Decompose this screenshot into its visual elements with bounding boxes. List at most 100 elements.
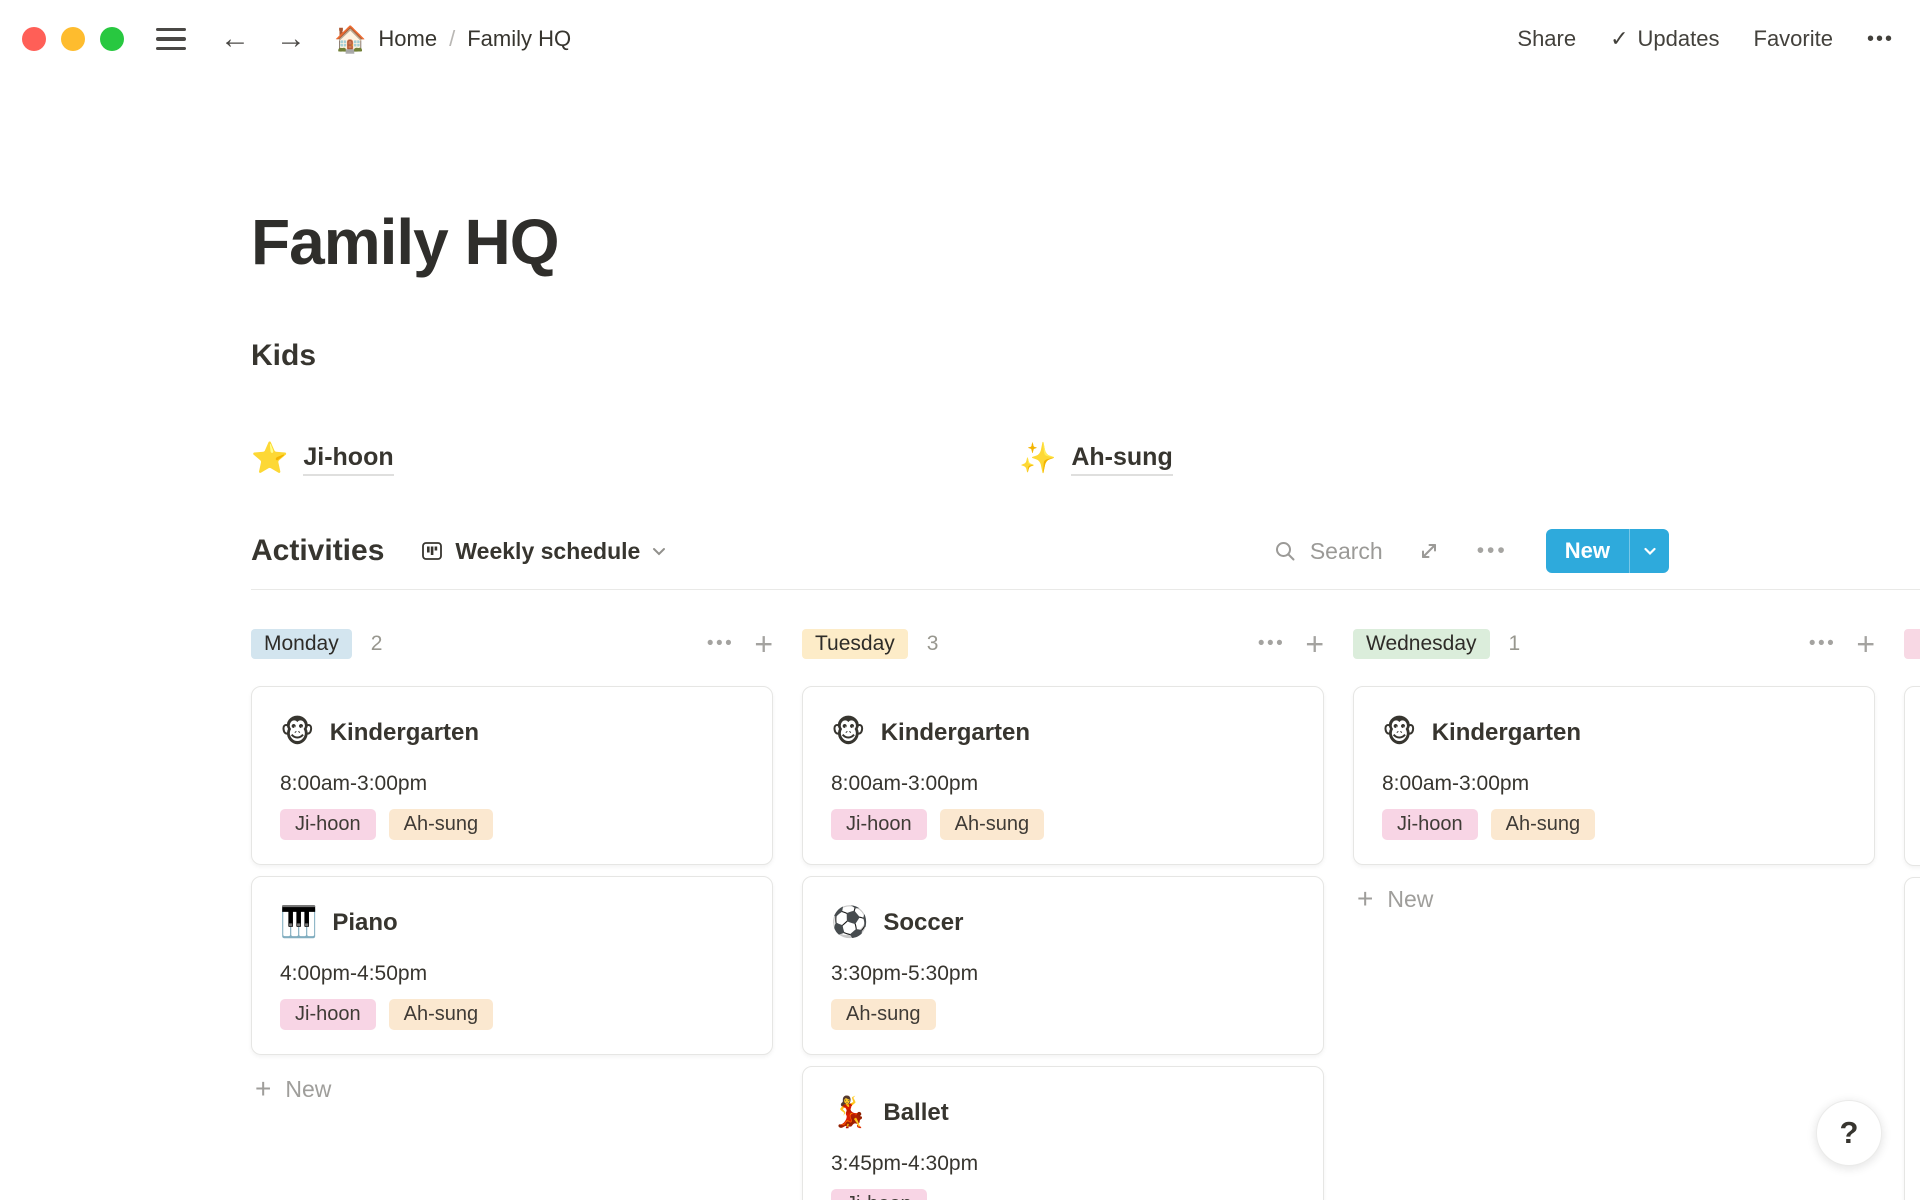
view-name: Weekly schedule	[455, 538, 640, 565]
sparkles-icon: ✨	[1019, 444, 1056, 474]
column-tuesday: Tuesday 3 ••• + 🐵 Kindergarten 8:00am-3:…	[802, 626, 1324, 1200]
add-card-label: New	[285, 1076, 331, 1103]
tag-jihoon: Ji-hoon	[280, 999, 376, 1030]
search-label: Search	[1310, 538, 1383, 565]
board-divider	[251, 589, 1920, 590]
back-arrow-icon[interactable]: ←	[214, 24, 256, 54]
column-tag[interactable]: Monday	[251, 629, 352, 659]
zoom-button[interactable]	[100, 27, 124, 51]
new-button-chevron[interactable]	[1629, 529, 1669, 573]
forward-arrow-icon[interactable]: →	[270, 24, 312, 54]
close-button[interactable]	[22, 27, 46, 51]
view-switcher[interactable]: Weekly schedule	[420, 538, 667, 565]
column-count: 3	[927, 632, 939, 656]
page-link-ahsung[interactable]: ✨ Ah-sung	[1019, 443, 1173, 476]
updates-label: Updates	[1638, 26, 1720, 52]
card-time: 3:45pm-4:30pm	[831, 1151, 1295, 1177]
column-tag[interactable]: Tuesday	[802, 629, 908, 659]
page-title: Family HQ	[251, 202, 1920, 282]
column-tag[interactable]	[1904, 629, 1920, 659]
tag-jihoon: Ji-hoon	[280, 809, 376, 840]
tag-jihoon: Ji-hoon	[831, 809, 927, 840]
card-title: Ballet	[883, 1099, 948, 1127]
column-more-icon[interactable]: •••	[707, 633, 734, 655]
partial-card[interactable]	[1904, 686, 1920, 866]
check-icon: ✓	[1610, 26, 1628, 52]
star-icon: ⭐	[251, 444, 288, 474]
tag-ahsung: Ah-sung	[1491, 809, 1596, 840]
card-kindergarten-monday[interactable]: 🐵 Kindergarten 8:00am-3:00pm Ji-hoon Ah-…	[251, 686, 773, 865]
column-add-icon[interactable]: +	[754, 628, 773, 660]
card-kindergarten-tuesday[interactable]: 🐵 Kindergarten 8:00am-3:00pm Ji-hoon Ah-…	[802, 686, 1324, 865]
card-ballet[interactable]: 💃 Ballet 3:45pm-4:30pm Ji-hoon	[802, 1066, 1324, 1200]
page-link-label: Ah-sung	[1071, 443, 1172, 476]
breadcrumb: 🏠 Home / Family HQ	[334, 24, 571, 55]
column-count: 1	[1509, 632, 1521, 656]
card-time: 8:00am-3:00pm	[831, 771, 1295, 797]
add-card-button[interactable]: + New	[1353, 879, 1875, 919]
plus-icon: +	[255, 1075, 271, 1103]
card-time: 4:00pm-4:50pm	[280, 961, 744, 987]
database-toolbar: Search ••• New	[1273, 529, 1669, 573]
page-link-label: Ji-hoon	[303, 443, 393, 476]
kid-links-row: ⭐ Ji-hoon ✨ Ah-sung	[251, 437, 1920, 481]
updates-button[interactable]: ✓ Updates	[1610, 26, 1719, 52]
card-time: 8:00am-3:00pm	[280, 771, 744, 797]
monkey-icon: 🐵	[831, 718, 866, 748]
card-piano[interactable]: 🎹 Piano 4:00pm-4:50pm Ji-hoon Ah-sung	[251, 876, 773, 1055]
tag-ahsung: Ah-sung	[831, 999, 936, 1030]
new-button[interactable]: New	[1546, 529, 1669, 573]
window-titlebar: ← → 🏠 Home / Family HQ Share ✓ Updates F…	[0, 0, 1920, 78]
card-title: Piano	[332, 909, 397, 937]
column-count: 2	[371, 632, 383, 656]
column-add-icon[interactable]: +	[1305, 628, 1324, 660]
monkey-icon: 🐵	[1382, 718, 1417, 748]
card-time: 3:30pm-5:30pm	[831, 961, 1295, 987]
partial-card[interactable]	[1904, 877, 1920, 1200]
kids-heading: Kids	[251, 337, 1920, 375]
kanban-board: Monday 2 ••• + 🐵 Kindergarten 8:00am-3:0…	[251, 626, 1920, 1200]
expand-icon[interactable]	[1417, 539, 1441, 563]
column-more-icon[interactable]: •••	[1809, 633, 1836, 655]
search-icon	[1273, 539, 1297, 563]
database-more-icon[interactable]: •••	[1477, 539, 1508, 563]
minimize-button[interactable]	[61, 27, 85, 51]
database-header: Activities Weekly schedule	[251, 529, 1669, 573]
sidebar-menu-icon[interactable]	[156, 28, 186, 51]
breadcrumb-current[interactable]: Family HQ	[467, 26, 571, 52]
board-view-icon	[420, 539, 444, 563]
search-button[interactable]: Search	[1273, 538, 1383, 565]
add-card-label: New	[1387, 886, 1433, 913]
new-button-label[interactable]: New	[1546, 529, 1629, 573]
add-card-button[interactable]: + New	[251, 1069, 773, 1109]
monkey-icon: 🐵	[280, 718, 315, 748]
piano-icon: 🎹	[280, 908, 317, 938]
column-wednesday: Wednesday 1 ••• + 🐵 Kindergarten 8:00am-…	[1353, 626, 1875, 919]
home-page-icon: 🏠	[334, 24, 366, 55]
card-title: Soccer	[883, 909, 963, 937]
card-title: Kindergarten	[330, 719, 479, 747]
column-monday: Monday 2 ••• + 🐵 Kindergarten 8:00am-3:0…	[251, 626, 773, 1109]
tag-ahsung: Ah-sung	[389, 809, 494, 840]
card-time: 8:00am-3:00pm	[1382, 771, 1846, 797]
dancer-icon: 💃	[831, 1098, 868, 1128]
breadcrumb-home[interactable]: Home	[378, 26, 437, 52]
column-partial	[1904, 626, 1920, 1200]
card-title: Kindergarten	[881, 719, 1030, 747]
help-button[interactable]: ?	[1816, 1100, 1882, 1166]
column-add-icon[interactable]: +	[1856, 628, 1875, 660]
favorite-button[interactable]: Favorite	[1754, 26, 1833, 52]
tag-ahsung: Ah-sung	[940, 809, 1045, 840]
chevron-down-icon	[651, 543, 667, 559]
soccer-ball-icon: ⚽	[831, 908, 868, 938]
share-button[interactable]: Share	[1517, 26, 1576, 52]
page-content: Family HQ Kids ⭐ Ji-hoon ✨ Ah-sung Activ…	[0, 202, 1920, 1200]
column-tag[interactable]: Wednesday	[1353, 629, 1490, 659]
more-options-icon[interactable]: •••	[1867, 28, 1894, 51]
tag-jihoon: Ji-hoon	[831, 1189, 927, 1200]
card-title: Kindergarten	[1432, 719, 1581, 747]
column-more-icon[interactable]: •••	[1258, 633, 1285, 655]
card-soccer[interactable]: ⚽ Soccer 3:30pm-5:30pm Ah-sung	[802, 876, 1324, 1055]
card-kindergarten-wednesday[interactable]: 🐵 Kindergarten 8:00am-3:00pm Ji-hoon Ah-…	[1353, 686, 1875, 865]
page-link-jihoon[interactable]: ⭐ Ji-hoon	[251, 443, 394, 476]
